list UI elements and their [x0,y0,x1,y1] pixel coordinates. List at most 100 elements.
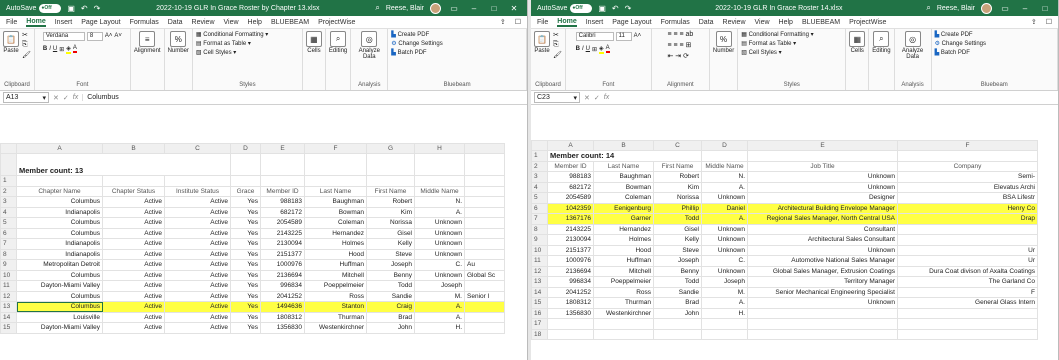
tab-projectwise[interactable]: ProjectWise [318,19,355,26]
worksheet-grid[interactable]: A B C D E F 1 Member count: 14 2 Member ID Last Na… [531,140,1038,340]
table-cell[interactable]: Yes [230,259,261,271]
table-cell[interactable]: Hernandez [593,223,654,235]
empty-cell[interactable] [464,175,505,187]
table-cell[interactable]: Unknown [414,248,465,260]
column-letter[interactable]: A [16,143,103,154]
table-cell[interactable]: C. [414,259,465,271]
tab-formulas[interactable]: Formulas [661,19,690,26]
table-cell[interactable]: Active [164,269,231,281]
row-number[interactable]: 9 [531,234,548,246]
tab-file[interactable]: File [6,19,17,26]
table-cell[interactable]: Dura Coat divison of Axalta Coatings [897,265,1038,277]
empty-cell[interactable] [414,153,465,176]
empty-cell[interactable] [593,328,654,340]
table-cell[interactable]: Yes [230,322,261,334]
format-as-table-button[interactable]: ▤ Format as Table ▾ [741,40,813,47]
avatar[interactable] [981,2,992,14]
column-header[interactable]: First Name [366,185,415,197]
table-cell[interactable]: Henry Co [897,202,1038,214]
tab-bluebeam[interactable]: BLUEBEAM [271,19,309,26]
font-size-select[interactable]: 11 [615,31,632,41]
table-cell[interactable]: Automotive National Sales Manager [747,255,898,267]
table-cell[interactable]: Eenigenburg [593,202,654,214]
cut-icon[interactable]: ✂ [553,31,562,39]
grow-font-icon[interactable]: A˄ [105,33,113,39]
row-number[interactable]: 9 [0,259,17,271]
table-cell[interactable]: 1356830 [260,322,305,334]
table-cell[interactable]: Columbus [16,196,103,208]
editing-button[interactable]: ⌕ Editing [329,31,347,54]
table-cell[interactable]: Robert [653,171,702,183]
worksheet-grid[interactable]: A B C D E F G H Member count: 13 1 2 Chapter Name Ch… [0,143,505,334]
font-color-icon[interactable]: A [72,45,77,53]
table-cell[interactable]: Active [164,290,231,302]
column-letter[interactable]: C [164,143,231,154]
row-number[interactable]: 5 [531,192,548,204]
comments-icon[interactable]: ☐ [1046,18,1052,26]
table-cell[interactable]: Kim [653,181,702,193]
table-cell[interactable]: Joseph [701,276,748,288]
minimize-icon[interactable]: – [467,4,481,13]
table-cell[interactable]: BSA Lifestr [897,192,1038,204]
row-number[interactable]: 13 [531,276,548,288]
table-cell[interactable]: 988183 [547,171,594,183]
cancel-icon[interactable]: ✕ [584,94,590,102]
table-cell[interactable]: 1000976 [260,259,305,271]
table-cell[interactable] [897,234,1038,246]
empty-cell[interactable] [701,318,748,330]
table-cell[interactable]: Active [164,196,231,208]
table-cell[interactable]: Active [102,259,165,271]
table-cell[interactable]: Coleman [304,217,367,229]
table-cell[interactable]: Territory Manager [747,276,898,288]
undo-icon[interactable]: ↶ [81,4,88,13]
empty-cell[interactable] [701,150,748,162]
empty-cell[interactable] [747,328,898,340]
table-cell[interactable]: Dayton-Miami Valley [16,280,103,292]
column-letter[interactable]: C [653,140,702,151]
table-cell[interactable]: Columbus [16,301,103,313]
table-cell[interactable]: Regional Sales Manager, North Central US… [747,213,898,225]
table-cell[interactable]: Drap [897,213,1038,225]
column-header[interactable]: Middle Name [414,185,465,197]
select-all-corner[interactable] [531,140,548,151]
row-number[interactable]: 11 [531,255,548,267]
autosave-toggle[interactable]: AutoSave ● Off [6,3,62,13]
table-cell[interactable]: Unknown [414,238,465,250]
row-number[interactable]: 4 [531,181,548,193]
table-cell[interactable]: Active [102,322,165,334]
table-cell[interactable]: Thurman [593,297,654,309]
table-cell[interactable]: Ur [897,244,1038,256]
conditional-formatting-button[interactable]: ▦ Conditional Formatting ▾ [196,31,268,38]
row-number[interactable]: 15 [531,297,548,309]
row-number[interactable]: 8 [531,223,548,235]
cells-button[interactable]: ▦ Cells [305,31,322,54]
table-cell[interactable]: 1367176 [547,213,594,225]
table-cell[interactable]: Columbus [16,227,103,239]
table-cell[interactable]: Yes [230,217,261,229]
empty-cell[interactable] [897,318,1038,330]
table-cell[interactable]: Active [164,248,231,260]
table-cell[interactable]: Unknown [701,223,748,235]
table-cell[interactable] [464,217,505,229]
tab-home[interactable]: Home [557,18,577,27]
table-cell[interactable]: Active [164,238,231,250]
font-size-select[interactable]: 8 [86,31,103,41]
italic-icon[interactable]: I [49,46,51,52]
enter-icon[interactable]: ✓ [63,94,69,102]
table-cell[interactable]: A. [701,297,748,309]
table-cell[interactable]: 2054589 [547,192,594,204]
table-cell[interactable]: Active [102,301,165,313]
empty-cell[interactable] [260,175,305,187]
table-cell[interactable]: A. [701,181,748,193]
table-cell[interactable]: Global Sc [464,269,505,281]
table-cell[interactable]: A. [701,213,748,225]
table-cell[interactable]: 2041252 [260,290,305,302]
table-cell[interactable]: Dayton-Miami Valley [16,322,103,334]
tab-help[interactable]: Help [779,19,793,26]
format-painter-icon[interactable]: 🖌 [553,51,562,59]
row-number[interactable]: 4 [0,206,17,218]
table-cell[interactable]: Mitchell [304,269,367,281]
table-cell[interactable]: Yes [230,290,261,302]
table-cell[interactable]: Todd [366,280,415,292]
empty-cell[interactable] [366,153,415,176]
